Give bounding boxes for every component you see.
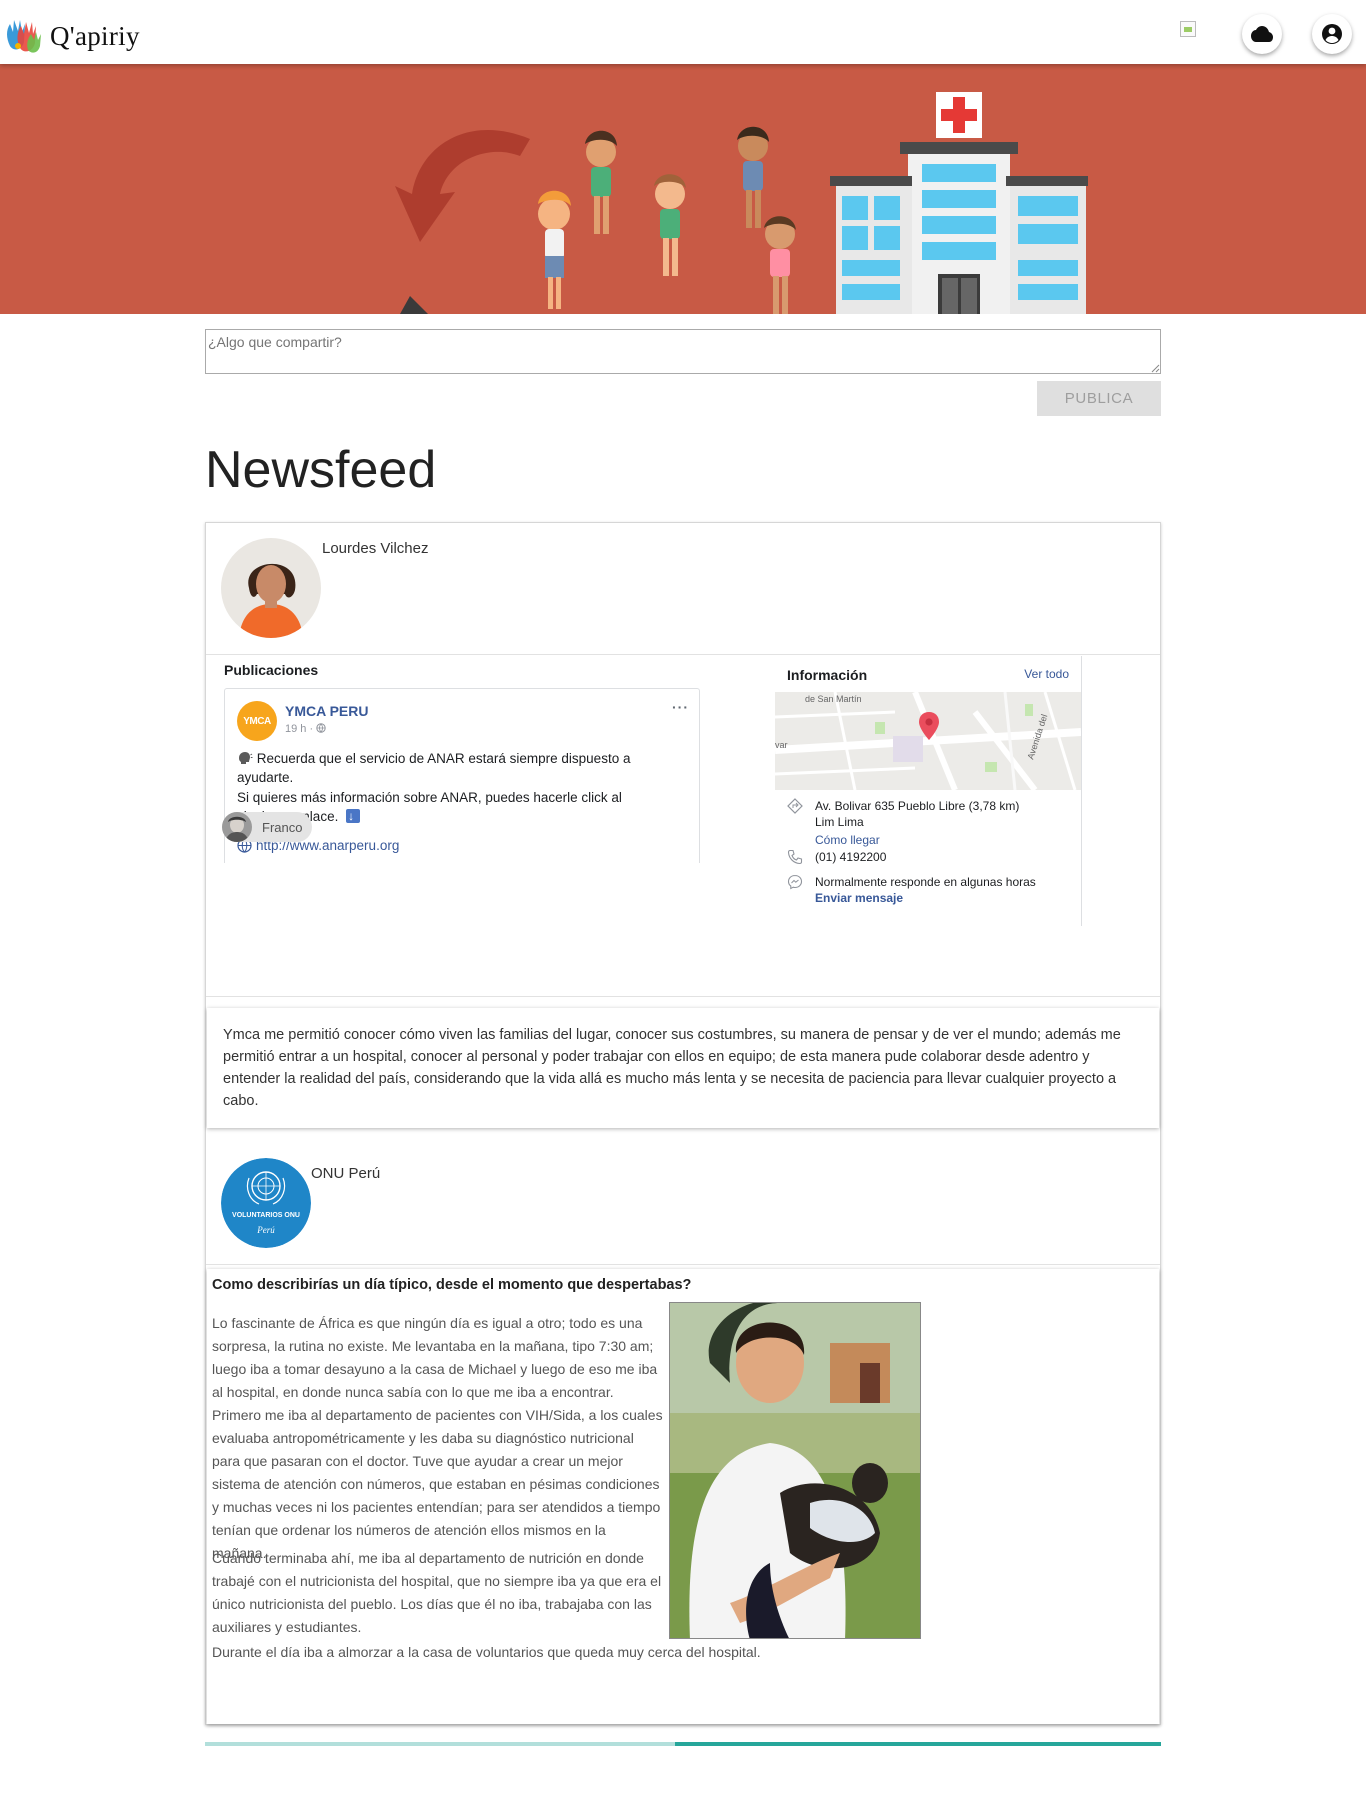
cloud-icon [1251, 26, 1273, 42]
post-header: VOLUNTARIOS ONU Perú ONU Perú [206, 1133, 1160, 1265]
fb-time-text: 19 h · [285, 723, 314, 735]
onu-volunteers-logo: VOLUNTARIOS ONU Perú [221, 1158, 311, 1248]
info-heading: Información [787, 667, 868, 683]
story-photo[interactable] [669, 1302, 921, 1639]
fb-page-name[interactable]: YMCA PERU [285, 703, 369, 719]
app-logo[interactable]: Q'apiriy [4, 16, 140, 56]
chip-photo [222, 812, 252, 842]
directions-icon [787, 798, 803, 814]
fb-info-panel: Información Ver todo de San Martín var A… [775, 656, 1082, 926]
post-author[interactable]: Lourdes Vilchez [322, 540, 428, 557]
volunteer-photo [670, 1303, 920, 1638]
fb-post-time: 19 h · [285, 723, 326, 735]
post-comment: Ymca me permitió conocer cómo viven las … [207, 1008, 1159, 1128]
map-label-2: var [775, 740, 788, 750]
comment-text: Ymca me permitió conocer cómo viven las … [223, 1027, 1121, 1109]
speaking-head-icon [239, 752, 253, 764]
facebook-screenshot: Publicaciones YMCA YMCA PERU 19 h · ··· … [206, 656, 1160, 941]
map-label-1: de San Martín [805, 694, 862, 704]
chip-label: Franco [262, 820, 303, 835]
publications-heading: Publicaciones [224, 662, 319, 678]
response-text: Normalmente responde en algunas horas [815, 875, 1036, 889]
progress-fill [675, 1742, 1161, 1746]
hero-banner [0, 64, 1366, 314]
scroll-progress-bar [205, 1742, 1161, 1746]
tag-chip[interactable]: Franco [222, 812, 312, 842]
share-input[interactable] [205, 329, 1161, 374]
avatar[interactable]: VOLUNTARIOS ONU Perú [221, 1158, 311, 1248]
account-circle-icon [1322, 24, 1342, 44]
messenger-icon [787, 874, 803, 890]
onu-logo-text: VOLUNTARIOS ONU [232, 1212, 300, 1219]
post-header: Lourdes Vilchez [206, 523, 1160, 655]
chip-avatar [222, 812, 252, 842]
cloud-button[interactable] [1242, 14, 1282, 54]
address-text: Av. Bolivar 635 Pueblo Libre (3,78 km) [815, 799, 1020, 813]
author-photo [221, 538, 321, 638]
onu-logo-country: Perú [256, 1225, 275, 1235]
newsfeed-card: Lourdes Vilchez Publicaciones YMCA YMCA … [205, 522, 1161, 1725]
avatar[interactable] [221, 538, 321, 638]
post-author[interactable]: ONU Perú [311, 1165, 380, 1182]
app-name: Q'apiriy [50, 20, 140, 51]
directions-link[interactable]: Cómo llegar [815, 832, 1019, 848]
more-options-icon[interactable]: ··· [672, 699, 689, 715]
send-message-link[interactable]: Enviar mensaje [815, 890, 1036, 906]
story-paragraph: Cuando terminaba ahí, me iba al departam… [212, 1550, 662, 1635]
location-map[interactable]: de San Martín var Avenida del [775, 692, 1081, 790]
see-all-link[interactable]: Ver todo [1024, 667, 1069, 681]
fb-post-line1: Recuerda que el servicio de ANAR estará … [237, 749, 677, 787]
story-paragraph: Lo fascinante de África es que ningún dí… [212, 1315, 663, 1561]
publish-button[interactable]: PUBLICA [1037, 381, 1161, 416]
city-text: Lim Lima [815, 815, 864, 829]
story-paragraph: Durante el día iba a almorzar a la casa … [212, 1644, 761, 1660]
story-post: Como describirías un día típico, desde e… [207, 1269, 1159, 1724]
phone-text[interactable]: (01) 4192200 [815, 849, 886, 865]
phone-icon [787, 849, 803, 865]
story-question: Como describirías un día típico, desde e… [212, 1277, 692, 1293]
fb-line1-text: Recuerda que el servicio de ANAR estará … [237, 751, 631, 785]
download-arrow-icon [346, 807, 361, 826]
globe-small-icon [316, 723, 326, 733]
hands-logo-icon [7, 20, 41, 53]
broken-image-icon [1180, 21, 1196, 37]
account-button[interactable] [1312, 14, 1352, 54]
resize-grip-icon[interactable] [1151, 364, 1160, 373]
map-graphic: de San Martín var Avenida del [775, 692, 1081, 790]
app-header: Q'apiriy [0, 0, 1366, 64]
page-title: Newsfeed [205, 441, 437, 499]
ymca-logo: YMCA [237, 701, 277, 741]
divider [206, 996, 1160, 997]
hospital-illustration [395, 92, 1088, 314]
